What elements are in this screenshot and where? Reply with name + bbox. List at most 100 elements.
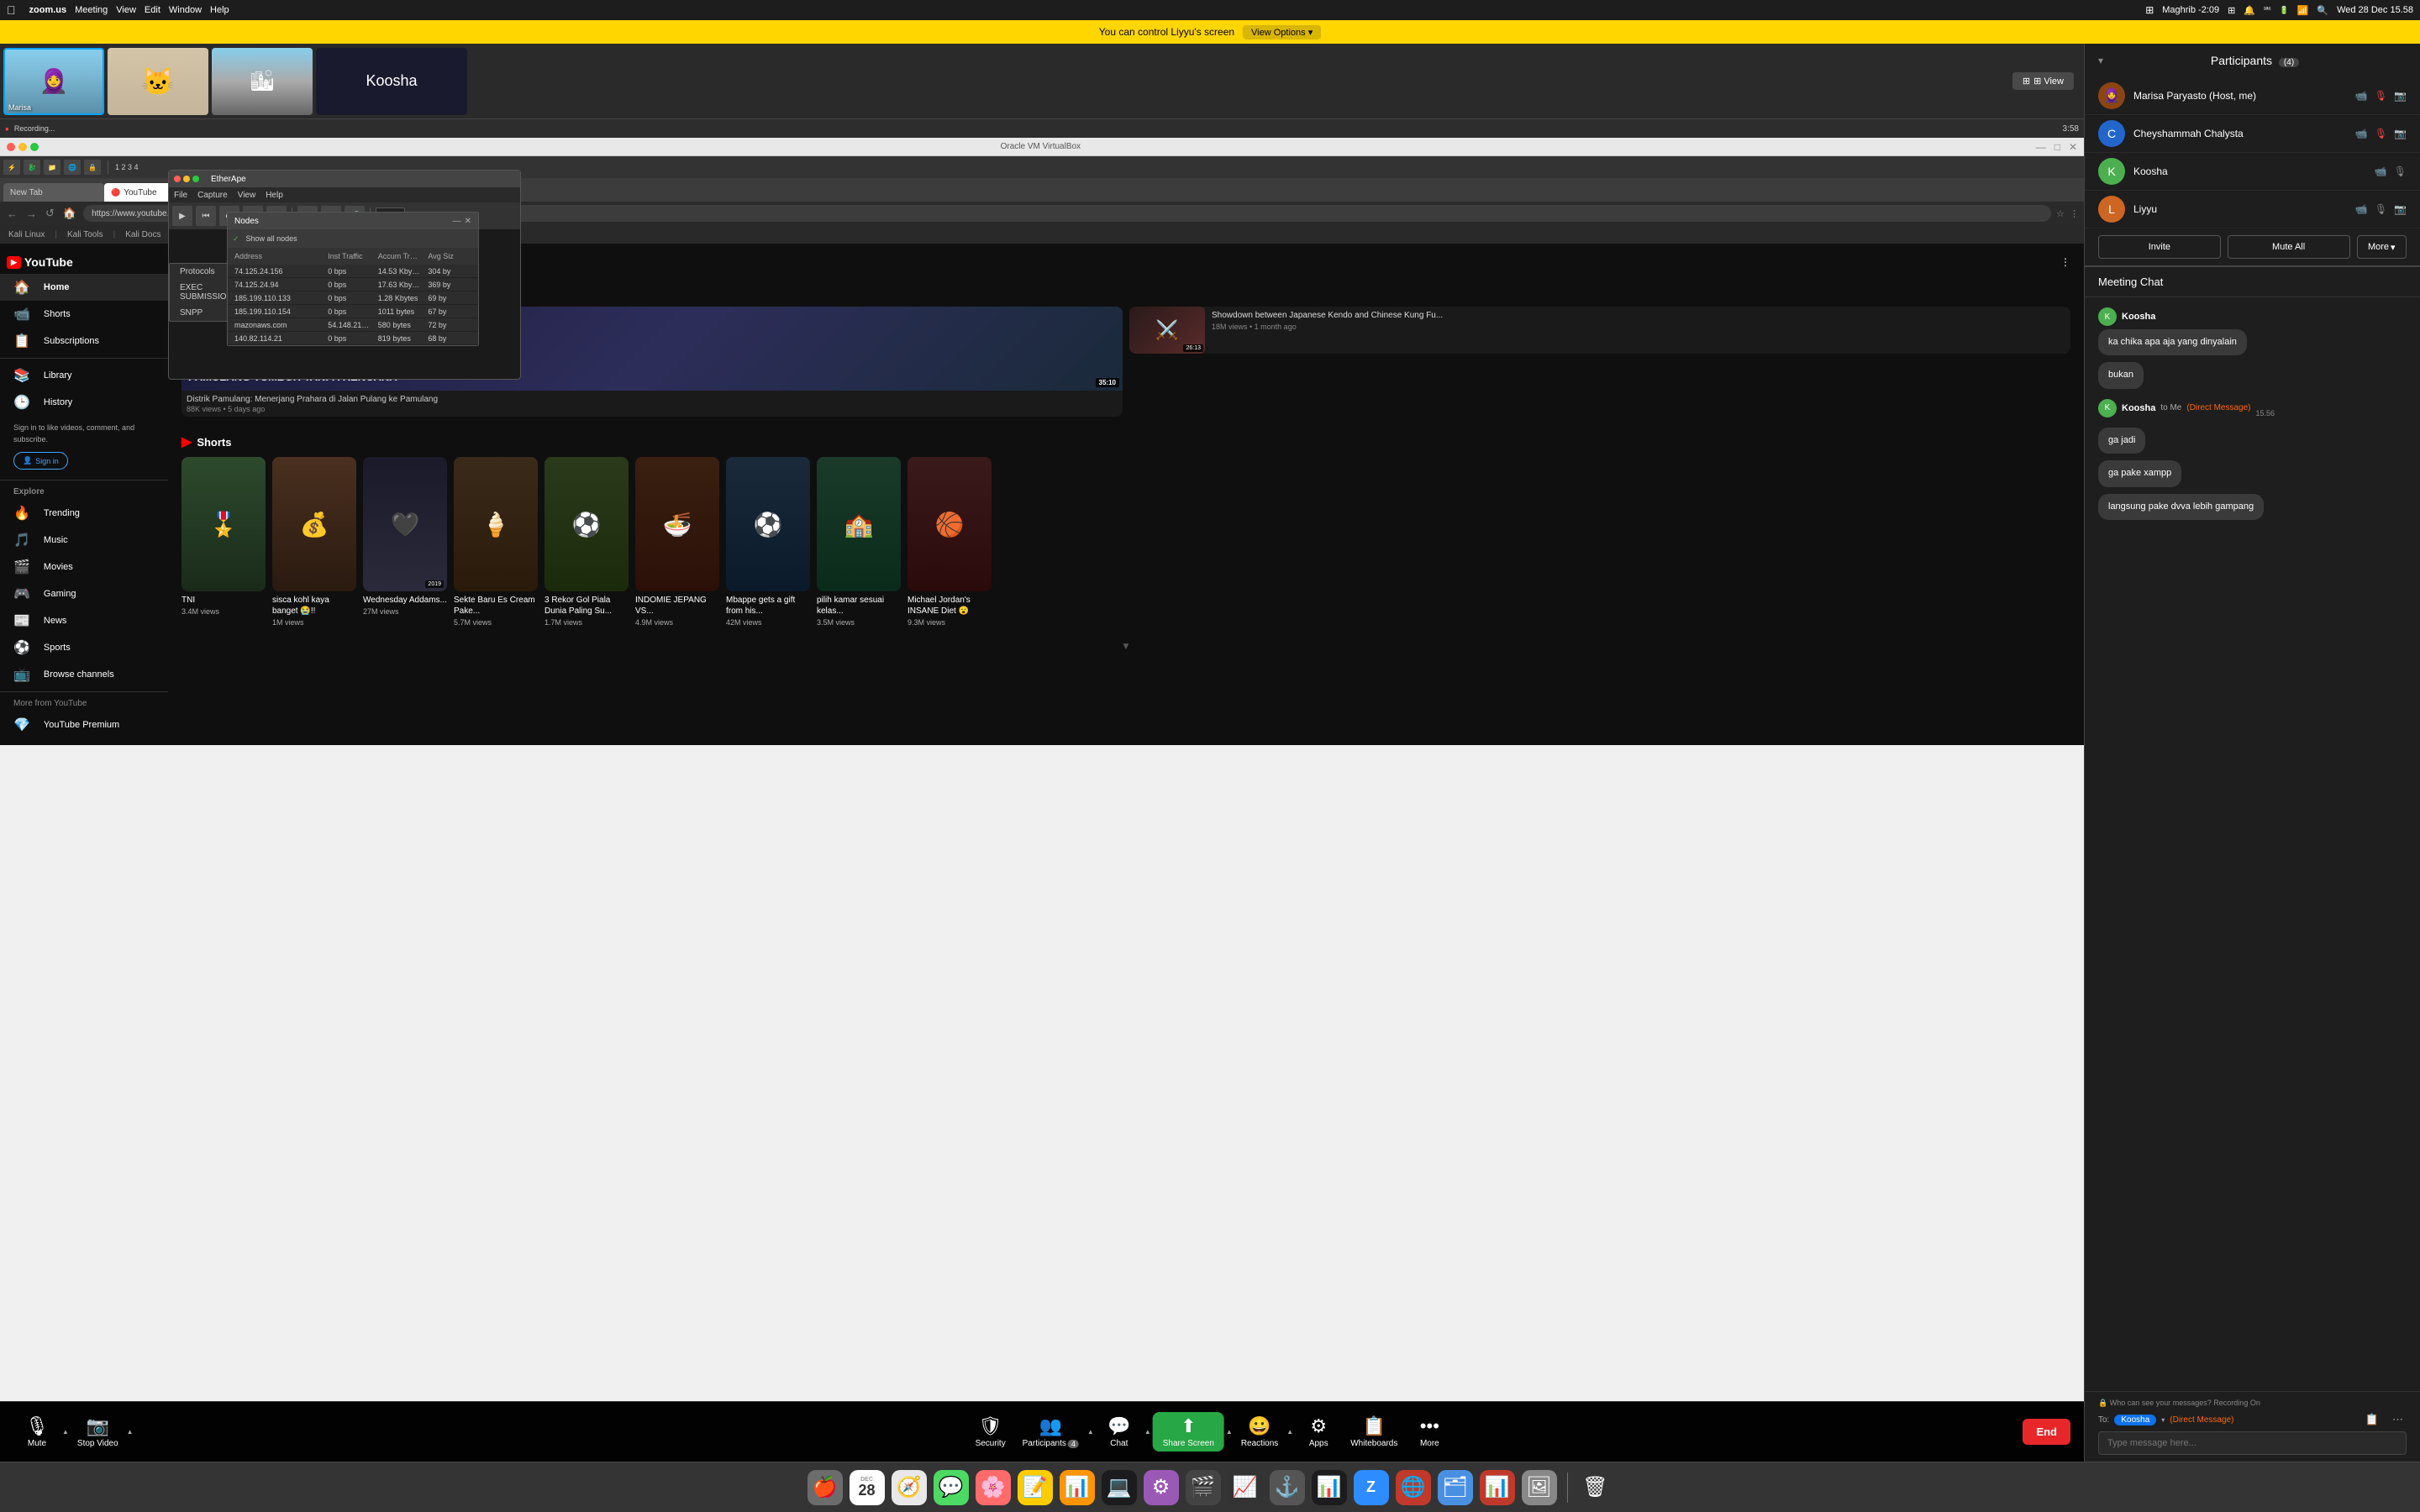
forward-button[interactable]: → xyxy=(24,207,39,220)
apple-menu-icon[interactable]:  xyxy=(7,3,16,17)
dock-finder[interactable]: 🍎 xyxy=(808,1470,843,1505)
short-card-2[interactable]: 🖤 2019 Wednesday Addams... 27M views xyxy=(363,457,447,630)
dock-powerpoint[interactable]: 📊 xyxy=(1480,1470,1515,1505)
chat-to-badge[interactable]: Koosha xyxy=(2114,1415,2156,1425)
short-card-3[interactable]: 🍦 Sekte Baru Es Cream Pake... 5.7M views xyxy=(454,457,538,630)
bookmark-kali-linux[interactable]: Kali Linux xyxy=(5,229,48,240)
yt-nav-music[interactable]: 🎵 Music xyxy=(0,527,168,554)
etherape-menu-help[interactable]: Help xyxy=(266,191,283,200)
chat-emoji-icon[interactable]: ⋯ xyxy=(2389,1411,2407,1428)
yt-menu-icon[interactable]: ⋮ xyxy=(2060,256,2070,268)
thumbnail-building[interactable]: 🏙 xyxy=(212,48,313,115)
node-row-2[interactable]: 185.199.110.133 0 bps 1.28 Kbytes 69 by xyxy=(228,291,478,305)
menubar-search-icon[interactable]: 🔍 xyxy=(2317,5,2328,16)
dock-safari[interactable]: 🧭 xyxy=(892,1470,927,1505)
minimize-button[interactable] xyxy=(18,143,27,151)
dock-zoom[interactable]: Z xyxy=(1354,1470,1389,1505)
dock-stocks[interactable]: 📊 xyxy=(1312,1470,1347,1505)
chat-button[interactable]: 💬 Chat xyxy=(1096,1412,1143,1452)
yt-nav-news[interactable]: 📰 News xyxy=(0,607,168,634)
share-screen-button[interactable]: ⬆ Share Screen xyxy=(1153,1412,1224,1452)
dock-creativit[interactable]: 🗂 xyxy=(1438,1470,1473,1505)
more-button[interactable]: ••• More xyxy=(1406,1412,1453,1452)
etherape-min[interactable] xyxy=(183,176,190,182)
node-row-4[interactable]: mazonaws.com 54.148.213.75 580 bytes 72 … xyxy=(228,318,478,332)
short-card-7[interactable]: 🏫 pilih kamar sesuai kelas... 3.5M views xyxy=(817,457,901,630)
short-card-0[interactable]: 🎖️ TNI 3.4M views xyxy=(182,457,266,630)
kali-icon-2[interactable]: 🐉 xyxy=(24,160,40,175)
recommended-video-1[interactable]: ⚔️ 26:13 Showdown between Japanese Kendo… xyxy=(1129,307,2070,354)
dock-keynote[interactable]: 📊 xyxy=(1060,1470,1095,1505)
to-chevron[interactable]: ▾ xyxy=(2161,1416,2165,1424)
browser-tab-new[interactable]: New Tab xyxy=(3,183,104,202)
chat-chevron[interactable]: ▲ xyxy=(1144,1428,1151,1436)
thumbnail-cat[interactable]: 🐱 xyxy=(108,48,208,115)
maximize-button[interactable] xyxy=(30,143,39,151)
view-options-button[interactable]: View Options ▾ xyxy=(1243,25,1321,39)
close-button[interactable] xyxy=(7,143,15,151)
dock-preview[interactable]: 🖼 xyxy=(1522,1470,1557,1505)
yt-nav-sports[interactable]: ⚽ Sports xyxy=(0,634,168,661)
chat-screenshot-icon[interactable]: 📋 xyxy=(2362,1411,2382,1428)
yt-nav-library[interactable]: 📚 Library xyxy=(0,362,168,389)
back-button[interactable]: ← xyxy=(5,207,19,220)
kali-icon-1[interactable]: ⚡ xyxy=(3,160,20,175)
node-row-3[interactable]: 185.199.110.154 0 bps 1011 bytes 67 by xyxy=(228,305,478,318)
short-card-6[interactable]: ⚽ Mbappe gets a gift from his... 42M vie… xyxy=(726,457,810,630)
dock-activity[interactable]: 📈 xyxy=(1228,1470,1263,1505)
mute-button[interactable]: 🎙 Mute xyxy=(13,1412,60,1452)
node-row-1[interactable]: 74.125.24.94 0 bps 17.63 Kbytes 369 by xyxy=(228,278,478,291)
menubar-help[interactable]: Help xyxy=(210,5,229,15)
security-button[interactable]: 🛡 Security xyxy=(967,1412,1014,1452)
participants-chevron[interactable]: ▲ xyxy=(1087,1428,1094,1436)
yt-nav-browse[interactable]: 📺 Browse channels xyxy=(0,661,168,688)
mute-all-button[interactable]: Mute All xyxy=(2228,235,2350,259)
dock-chrome[interactable]: 🌐 xyxy=(1396,1470,1431,1505)
short-card-8[interactable]: 🏀 Michael Jordan's INSANE Diet 😮 9.3M vi… xyxy=(908,457,992,630)
bookmark-kali-tools[interactable]: Kali Tools xyxy=(64,229,107,240)
apps-button[interactable]: ⚙ Apps xyxy=(1295,1412,1342,1452)
short-card-4[interactable]: ⚽ 3 Rekor Gol Piala Dunia Paling Su... 1… xyxy=(544,457,629,630)
dock-calendar[interactable]: DEC 28 xyxy=(850,1470,885,1505)
thumbnail-koosha[interactable]: Koosha xyxy=(316,48,467,115)
etherape-close[interactable] xyxy=(174,176,181,182)
yt-nav-shorts[interactable]: 📹 Shorts xyxy=(0,301,168,328)
kali-icon-5[interactable]: 🔒 xyxy=(84,160,101,175)
thumbnail-marisa[interactable]: 🧕 Marisa xyxy=(3,48,104,115)
menubar-view[interactable]: View xyxy=(116,5,136,15)
bookmark-star-icon[interactable]: ☆ xyxy=(2056,208,2065,219)
yt-nav-premium[interactable]: 💎 YouTube Premium xyxy=(0,711,168,738)
menubar-meeting[interactable]: Meeting xyxy=(75,5,108,15)
participants-button[interactable]: 👥 Participants 4 xyxy=(1016,1412,1086,1452)
nodes-panel-close[interactable]: ✕ xyxy=(465,217,471,226)
menubar-grid-icon[interactable]: ⊞ xyxy=(2228,5,2235,16)
short-card-1[interactable]: 💰 sisca kohl kaya banget 😭!! 1M views xyxy=(272,457,356,630)
yt-sign-in-button[interactable]: 👤 Sign in xyxy=(13,452,68,470)
invite-button[interactable]: Invite xyxy=(2098,235,2221,259)
reactions-button[interactable]: 😀 Reactions xyxy=(1234,1412,1285,1452)
menubar-wifi-icon[interactable]: 📶 xyxy=(2297,5,2309,16)
yt-nav-subscriptions[interactable]: 📋 Subscriptions xyxy=(0,328,168,354)
etherape-play-btn[interactable]: ▶ xyxy=(172,206,192,226)
menubar-bluetooth-icon[interactable]: ⎃ xyxy=(2264,6,2270,15)
yt-nav-movies[interactable]: 🎬 Movies xyxy=(0,554,168,580)
home-button[interactable]: 🏠 xyxy=(61,207,78,220)
yt-nav-home[interactable]: 🏠 Home xyxy=(0,274,168,301)
vm-minimize-icon[interactable]: — xyxy=(2036,141,2046,153)
etherape-menu-view[interactable]: View xyxy=(238,191,256,200)
dock-notes[interactable]: 📝 xyxy=(1018,1470,1053,1505)
dock-photos[interactable]: 🌸 xyxy=(976,1470,1011,1505)
kali-icon-3[interactable]: 📁 xyxy=(44,160,60,175)
dock-messages[interactable]: 💬 xyxy=(934,1470,969,1505)
dock-capture[interactable]: 🎬 xyxy=(1186,1470,1221,1505)
bookmark-kali-docs[interactable]: Kali Docs xyxy=(122,229,164,240)
share-screen-chevron[interactable]: ▲ xyxy=(1226,1428,1233,1436)
yt-nav-trending[interactable]: 🔥 Trending xyxy=(0,500,168,527)
short-card-5[interactable]: 🍜 INDOMIE JEPANG VS... 4.9M views xyxy=(635,457,719,630)
yt-nav-gaming[interactable]: 🎮 Gaming xyxy=(0,580,168,607)
menubar-bell-icon[interactable]: 🔔 xyxy=(2244,5,2255,16)
participants-more-button[interactable]: More ▾ xyxy=(2357,235,2407,259)
etherape-max[interactable] xyxy=(192,176,199,182)
node-row-0[interactable]: 74.125.24.156 0 bps 14.53 Kbytes 304 by xyxy=(228,265,478,278)
browser-menu-icon[interactable]: ⋮ xyxy=(2070,208,2079,219)
